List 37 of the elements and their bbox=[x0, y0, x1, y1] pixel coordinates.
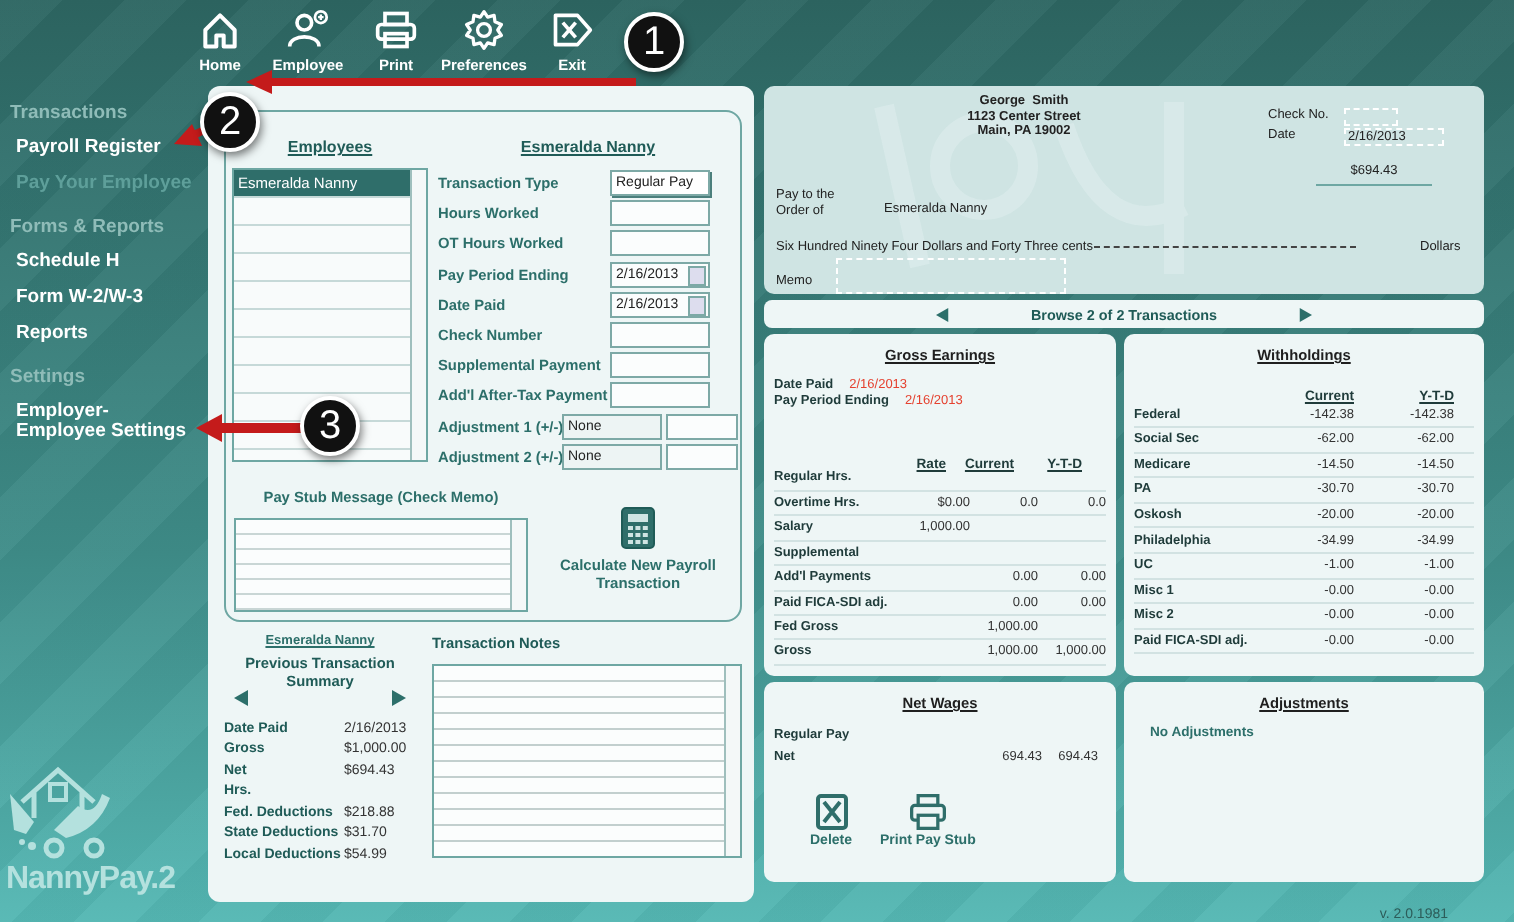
annotation-arrow bbox=[196, 414, 304, 442]
scrollbar[interactable] bbox=[724, 666, 740, 856]
sidebar-item[interactable]: Employer-Employee Settings bbox=[0, 394, 208, 450]
employees-title: Employees bbox=[287, 136, 373, 160]
input-field[interactable] bbox=[610, 382, 710, 409]
settings-icon bbox=[462, 8, 506, 52]
scrollbar[interactable] bbox=[410, 170, 426, 460]
input-field[interactable] bbox=[666, 413, 738, 440]
next-arrow-icon[interactable] bbox=[1297, 307, 1312, 321]
step-number-badge: 1 bbox=[624, 12, 684, 72]
previous-arrow-icon[interactable] bbox=[234, 690, 250, 706]
sidebar-item[interactable]: Reports bbox=[0, 316, 208, 352]
input-field[interactable] bbox=[610, 200, 710, 227]
home-icon bbox=[198, 8, 242, 52]
sidebar-section-title: Transactions bbox=[8, 100, 130, 128]
print-icon bbox=[907, 793, 948, 830]
sidebar-section-title: Forms & Reports bbox=[8, 214, 167, 242]
input-field[interactable] bbox=[610, 352, 710, 379]
exit-icon bbox=[550, 8, 594, 52]
add-person-icon bbox=[286, 8, 330, 52]
employee-name-title: Esmeralda Nanny bbox=[518, 136, 658, 160]
previous-arrow-icon[interactable] bbox=[936, 307, 951, 321]
next-arrow-icon[interactable] bbox=[390, 690, 406, 706]
sidebar-item[interactable]: Form W-2/W-3 bbox=[0, 280, 208, 316]
check-number-field[interactable] bbox=[1344, 108, 1398, 126]
sidebar-item[interactable]: Schedule H bbox=[0, 244, 208, 280]
input-field[interactable] bbox=[666, 443, 738, 470]
input-field[interactable] bbox=[610, 230, 710, 257]
calculator-icon bbox=[620, 506, 656, 550]
input-field[interactable] bbox=[610, 322, 710, 349]
delete-icon bbox=[815, 793, 847, 830]
print-icon bbox=[374, 8, 418, 52]
notes-field[interactable] bbox=[432, 664, 742, 858]
sidebar-section-title: Settings bbox=[8, 364, 87, 392]
scrollbar[interactable] bbox=[510, 520, 526, 610]
memo-field[interactable] bbox=[234, 518, 528, 612]
logo-text: NannyPay.2 bbox=[6, 862, 176, 898]
